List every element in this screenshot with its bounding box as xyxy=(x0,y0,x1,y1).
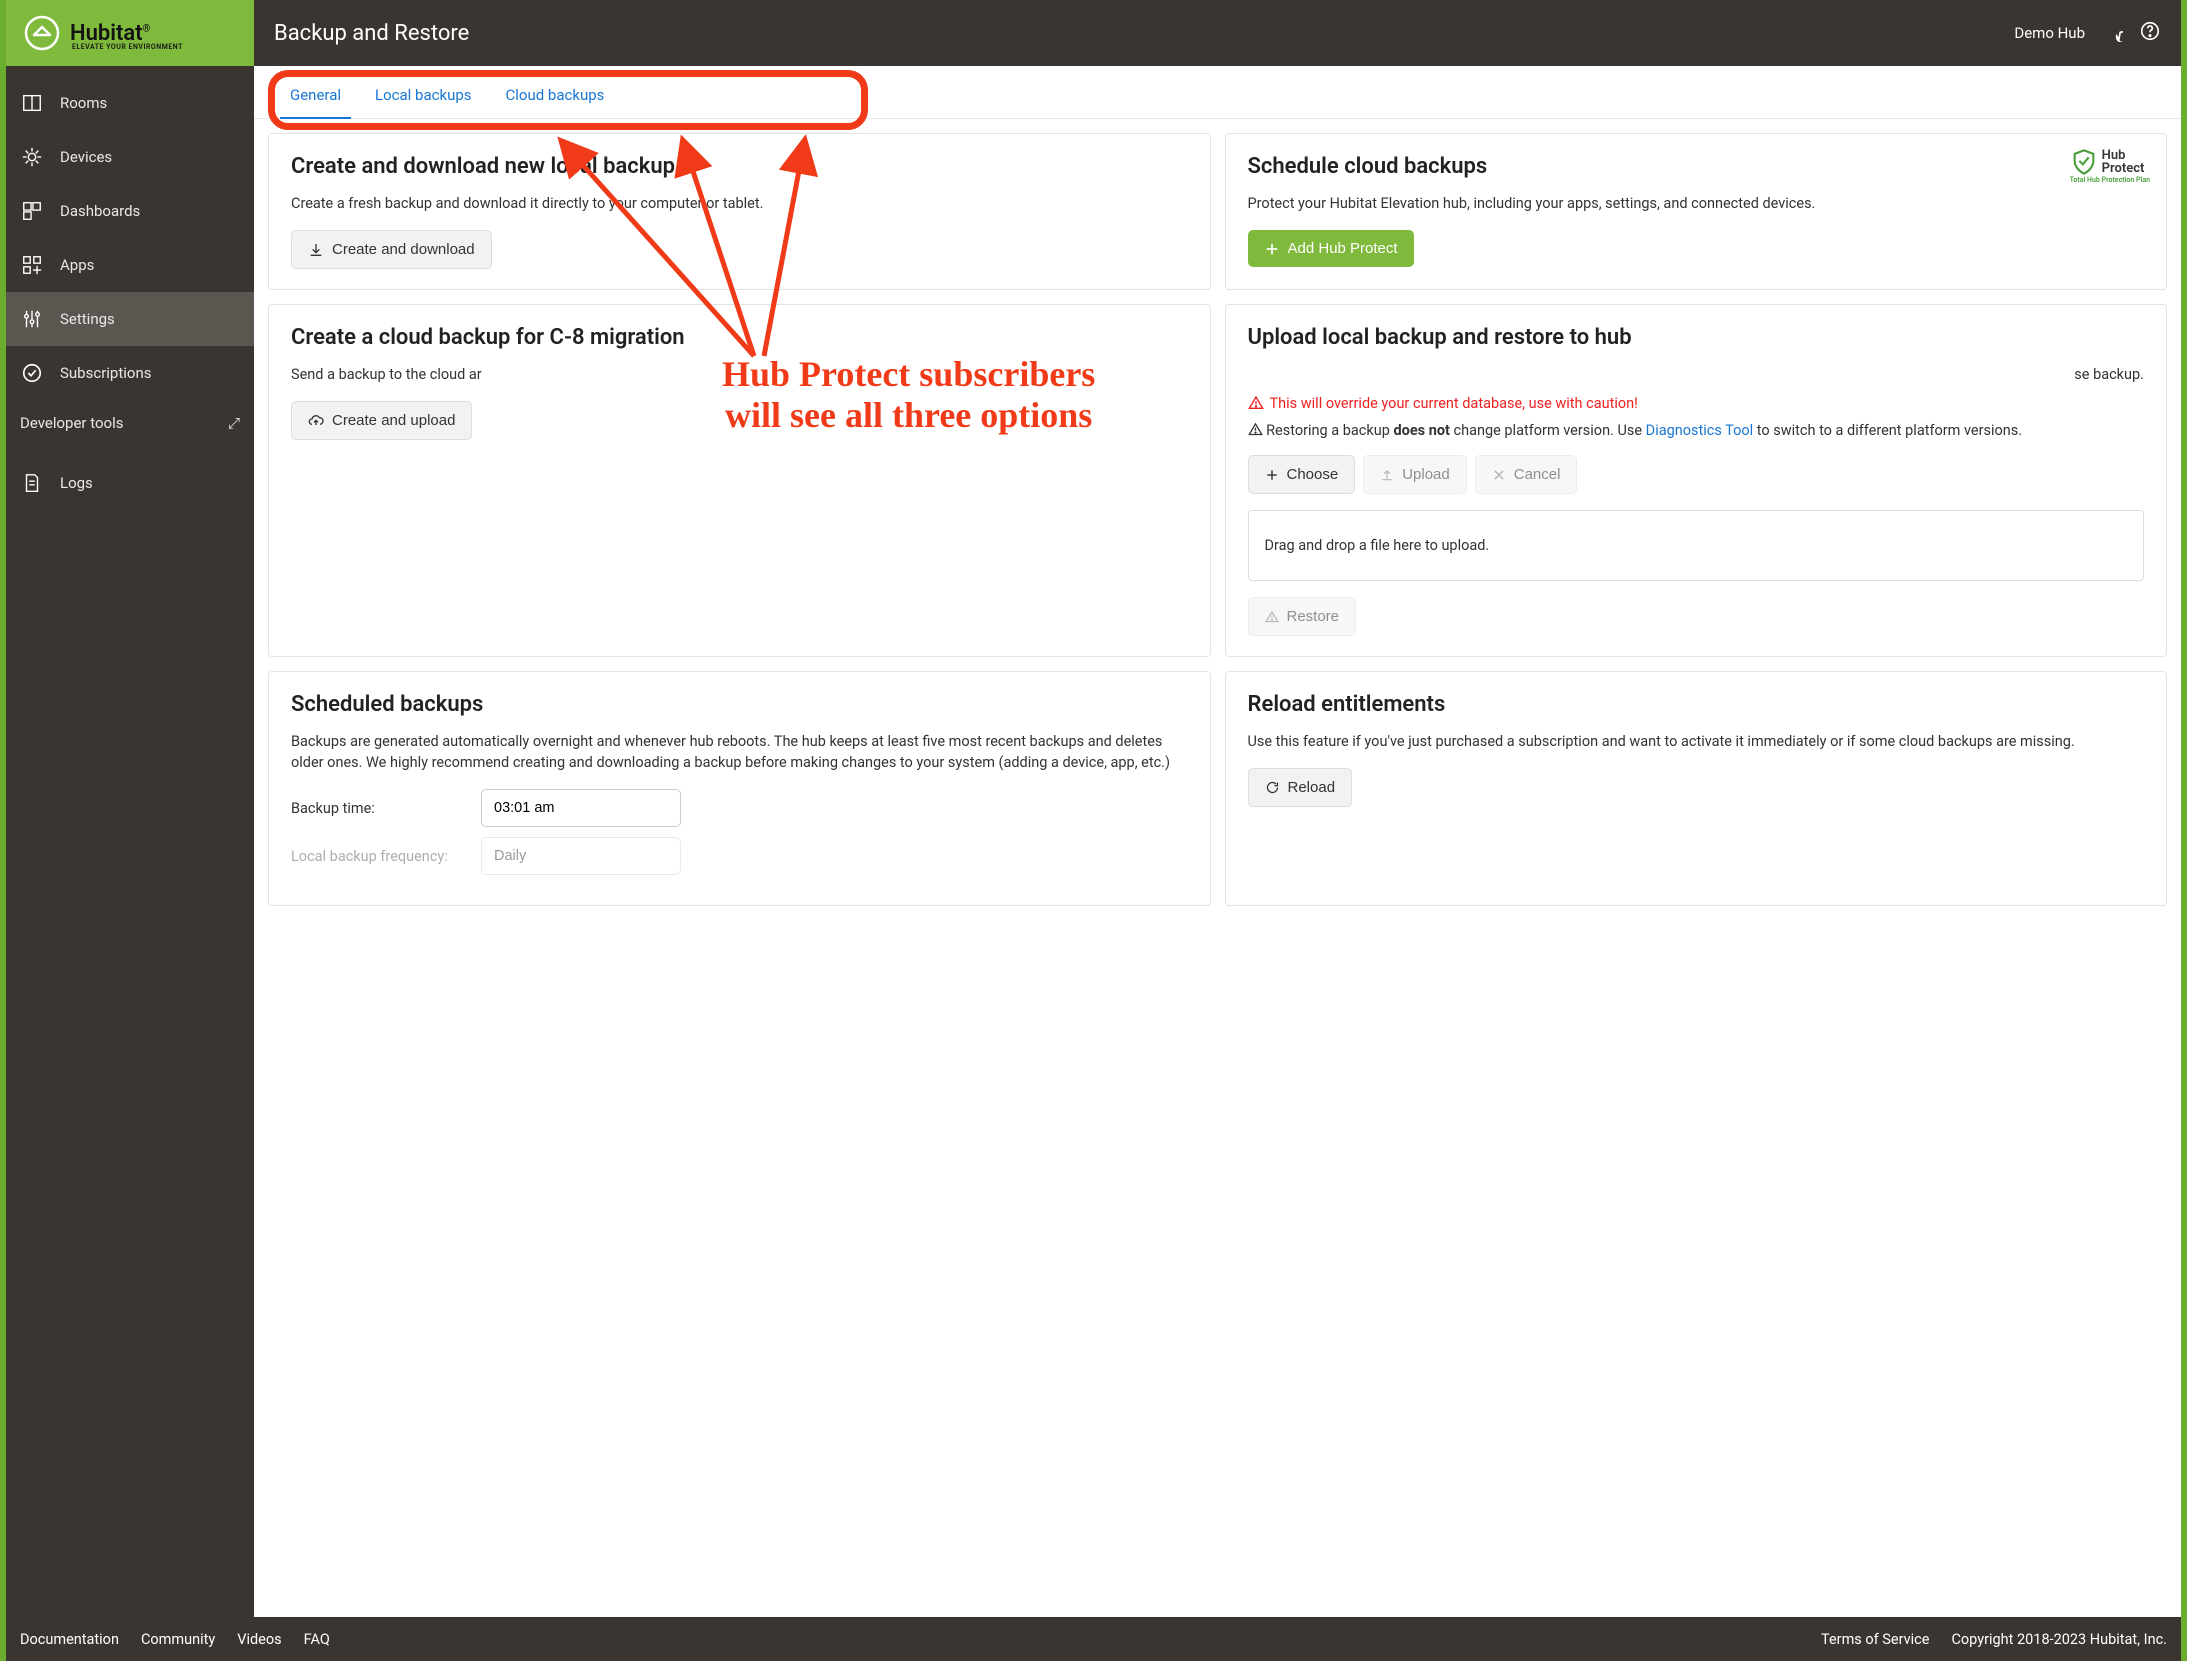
developer-tools-toggle[interactable]: Developer tools⤢ xyxy=(6,400,254,446)
content: General Local backups Cloud backups Hub … xyxy=(254,66,2181,1617)
sidebar-item-rooms[interactable]: Rooms xyxy=(6,76,254,130)
sidebar-item-dashboards[interactable]: Dashboards xyxy=(6,184,254,238)
footer: Documentation Community Videos FAQ Terms… xyxy=(0,1617,2187,1661)
card-title: Reload entitlements xyxy=(1248,692,2145,717)
cancel-button[interactable]: Cancel xyxy=(1475,455,1578,494)
card-title: Schedule cloud backups xyxy=(1248,154,2145,179)
warning-icon xyxy=(1248,395,1264,411)
create-upload-button[interactable]: Create and upload xyxy=(291,401,472,440)
info-text: Restoring a backup does not change platf… xyxy=(1248,422,2145,439)
sidebar-item-subscriptions[interactable]: Subscriptions xyxy=(6,346,254,400)
backup-time-label: Backup time: xyxy=(291,800,461,817)
rooms-icon xyxy=(20,91,44,115)
diagnostics-tool-link[interactable]: Diagnostics Tool xyxy=(1646,422,1754,439)
add-hub-protect-button[interactable]: Add Hub Protect xyxy=(1248,230,1414,267)
sidebar-item-devices[interactable]: Devices xyxy=(6,130,254,184)
footer-link-tos[interactable]: Terms of Service xyxy=(1821,1631,1929,1648)
backup-frequency-select[interactable] xyxy=(481,837,681,875)
card-scheduled-backups: Scheduled backups Backups are generated … xyxy=(268,671,1211,906)
dashboards-icon xyxy=(20,199,44,223)
create-download-button[interactable]: Create and download xyxy=(291,230,492,269)
sidebar-item-settings[interactable]: Settings xyxy=(6,292,254,346)
card-title: Upload local backup and restore to hub xyxy=(1248,325,2145,350)
chat-icon[interactable] xyxy=(2101,20,2123,46)
tab-local-backups[interactable]: Local backups xyxy=(373,80,473,118)
tab-general[interactable]: General xyxy=(288,80,343,118)
sidebar-item-apps[interactable]: Apps xyxy=(6,238,254,292)
apps-icon xyxy=(20,253,44,277)
backup-frequency-label: Local backup frequency: xyxy=(291,848,461,865)
card-desc-fragment: se backup. xyxy=(1248,364,2145,385)
nav-dev: Logs xyxy=(6,446,254,510)
download-icon xyxy=(308,242,324,258)
help-icon[interactable] xyxy=(2139,20,2161,46)
tab-cloud-backups[interactable]: Cloud backups xyxy=(504,80,607,118)
card-create-cloud: Create a cloud backup for C-8 migration … xyxy=(268,304,1211,657)
card-reload-entitlements: Reload entitlements Use this feature if … xyxy=(1225,671,2168,906)
reload-button[interactable]: Reload xyxy=(1248,768,1353,807)
page-title: Backup and Restore xyxy=(274,21,469,46)
subscriptions-icon xyxy=(20,361,44,385)
card-schedule-cloud: Hub Protect Total Hub Protection Plan Sc… xyxy=(1225,133,2168,290)
main: Backup and Restore Demo Hub General Loca… xyxy=(254,0,2181,1617)
card-title: Scheduled backups xyxy=(291,692,1188,717)
card-grid: Create and download new local backup Cre… xyxy=(254,119,2181,920)
card-create-download: Create and download new local backup Cre… xyxy=(268,133,1211,290)
devices-icon xyxy=(20,145,44,169)
close-icon xyxy=(1492,468,1506,482)
upload-icon xyxy=(1380,468,1394,482)
card-upload-restore: Upload local backup and restore to hub s… xyxy=(1225,304,2168,657)
expand-icon: ⤢ xyxy=(228,414,240,432)
cloud-upload-icon xyxy=(308,413,324,429)
plus-icon xyxy=(1265,468,1279,482)
reload-icon xyxy=(1265,780,1280,795)
backup-time-input[interactable] xyxy=(481,789,681,827)
dropzone[interactable]: Drag and drop a file here to upload. xyxy=(1248,510,2145,581)
card-desc: Use this feature if you've just purchase… xyxy=(1248,731,2145,752)
card-desc: Backups are generated automatically over… xyxy=(291,731,1188,773)
nav: Rooms Devices Dashboards Apps Settings S… xyxy=(6,66,254,400)
tabs: General Local backups Cloud backups xyxy=(254,66,2181,119)
app-shell: Hubitat® ELEVATE YOUR ENVIRONMENT Rooms … xyxy=(0,0,2187,1617)
sidebar: Hubitat® ELEVATE YOUR ENVIRONMENT Rooms … xyxy=(6,0,254,1617)
topbar: Backup and Restore Demo Hub xyxy=(254,0,2181,66)
shield-icon xyxy=(2070,148,2098,176)
hub-protect-logo: Hub Protect Total Hub Protection Plan xyxy=(2070,148,2150,184)
footer-copyright: Copyright 2018-2023 Hubitat, Inc. xyxy=(1951,1631,2167,1648)
card-desc: Send a backup to the cloud ar xyxy=(291,364,1188,385)
plus-icon xyxy=(1264,241,1280,257)
sidebar-item-logs[interactable]: Logs xyxy=(6,456,254,510)
restore-button[interactable]: Restore xyxy=(1248,597,1357,636)
brand-tagline: ELEVATE YOUR ENVIRONMENT xyxy=(72,43,183,51)
hub-name: Demo Hub xyxy=(2014,24,2085,42)
footer-link-videos[interactable]: Videos xyxy=(237,1631,281,1648)
settings-icon xyxy=(20,307,44,331)
footer-link-community[interactable]: Community xyxy=(141,1631,215,1648)
card-title: Create a cloud backup for C-8 migration xyxy=(291,325,1188,350)
upload-button[interactable]: Upload xyxy=(1363,455,1467,494)
warning-icon xyxy=(1265,610,1279,624)
logo-icon xyxy=(24,15,60,51)
warning-icon xyxy=(1248,422,1263,437)
card-desc: Create a fresh backup and download it di… xyxy=(291,193,1188,214)
card-desc: Protect your Hubitat Elevation hub, incl… xyxy=(1248,193,2145,214)
logo[interactable]: Hubitat® ELEVATE YOUR ENVIRONMENT xyxy=(6,0,254,66)
footer-link-documentation[interactable]: Documentation xyxy=(20,1631,119,1648)
warning-text: This will override your current database… xyxy=(1248,395,2145,412)
card-title: Create and download new local backup xyxy=(291,154,1188,179)
logs-icon xyxy=(20,471,44,495)
footer-link-faq[interactable]: FAQ xyxy=(304,1631,330,1648)
choose-button[interactable]: Choose xyxy=(1248,455,1356,494)
